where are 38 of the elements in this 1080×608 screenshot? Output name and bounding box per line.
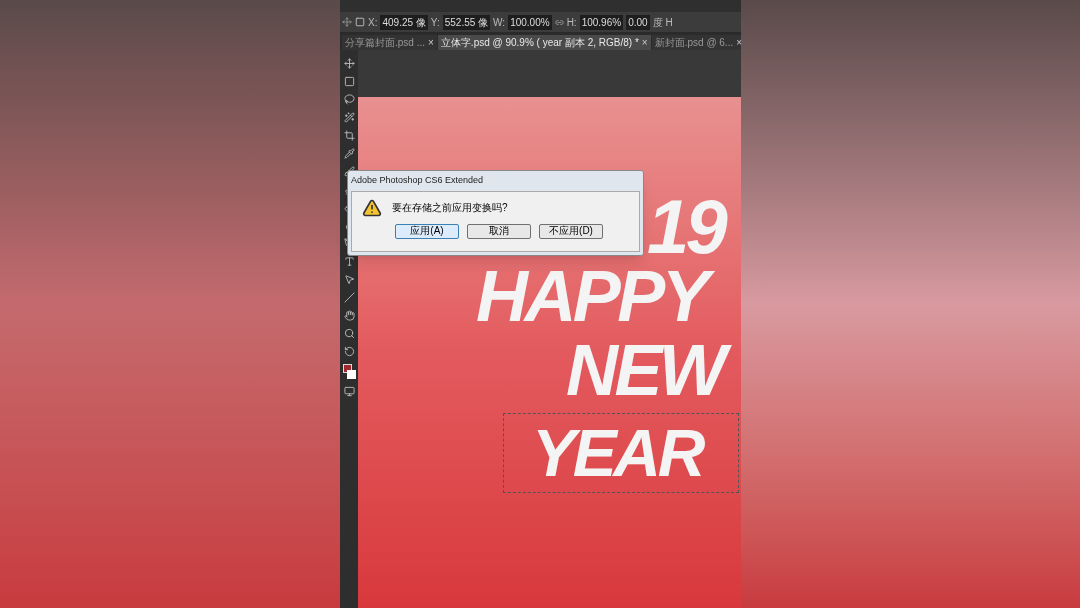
link-icon[interactable] [554, 17, 564, 27]
dialog-button[interactable]: 应用(A) [395, 223, 459, 239]
hand-icon[interactable] [343, 310, 355, 321]
y-label: Y: [430, 15, 440, 30]
crop-icon[interactable] [343, 130, 355, 141]
h-label: H [665, 15, 673, 30]
dialog-button[interactable]: 不应用(D) [539, 223, 603, 239]
headline-text: YEAR [531, 416, 704, 490]
line-icon[interactable] [343, 292, 355, 303]
dialog-message: 要在存储之前应用变换吗? [392, 201, 508, 215]
type-icon[interactable] [343, 256, 355, 267]
dialog-title: Adobe Photoshop CS6 Extended [351, 174, 485, 187]
move-icon[interactable] [342, 17, 352, 27]
eyedropper-icon[interactable] [343, 148, 355, 159]
screen-mode-icon[interactable] [343, 386, 355, 397]
document-tab[interactable]: 分享篇封面.psd ... × [342, 35, 437, 50]
warning-icon [362, 197, 382, 218]
height-field[interactable]: 100.96% [579, 14, 624, 30]
pointer-icon[interactable] [343, 274, 355, 285]
move-icon[interactable] [343, 58, 355, 69]
w-label: W: [493, 15, 506, 30]
y-field[interactable]: 552.55 像 [442, 14, 491, 30]
width-field[interactable]: 100.00% [508, 14, 552, 30]
marquee-icon[interactable] [343, 76, 355, 87]
lasso-icon[interactable] [343, 94, 355, 105]
angle-unit: 度 [652, 15, 663, 30]
color-swatch-icon[interactable] [342, 364, 356, 379]
zoom-icon[interactable] [343, 328, 355, 339]
magic-wand-icon[interactable] [343, 112, 355, 123]
transform-bounding-box[interactable]: YEAR [503, 413, 739, 493]
angle-field[interactable]: 0.00 [626, 14, 650, 30]
dialog-button[interactable]: 取消 [467, 223, 531, 239]
x-field[interactable]: 409.25 像 [380, 14, 428, 30]
rotate-icon[interactable] [343, 346, 355, 357]
reference-point-icon[interactable] [355, 17, 365, 27]
x-label: X: [368, 15, 378, 30]
document-tab[interactable]: 立体字.psd @ 90.9% ( year 副本 2, RGB/8) * × [437, 35, 651, 50]
h-label: H: [566, 15, 577, 30]
